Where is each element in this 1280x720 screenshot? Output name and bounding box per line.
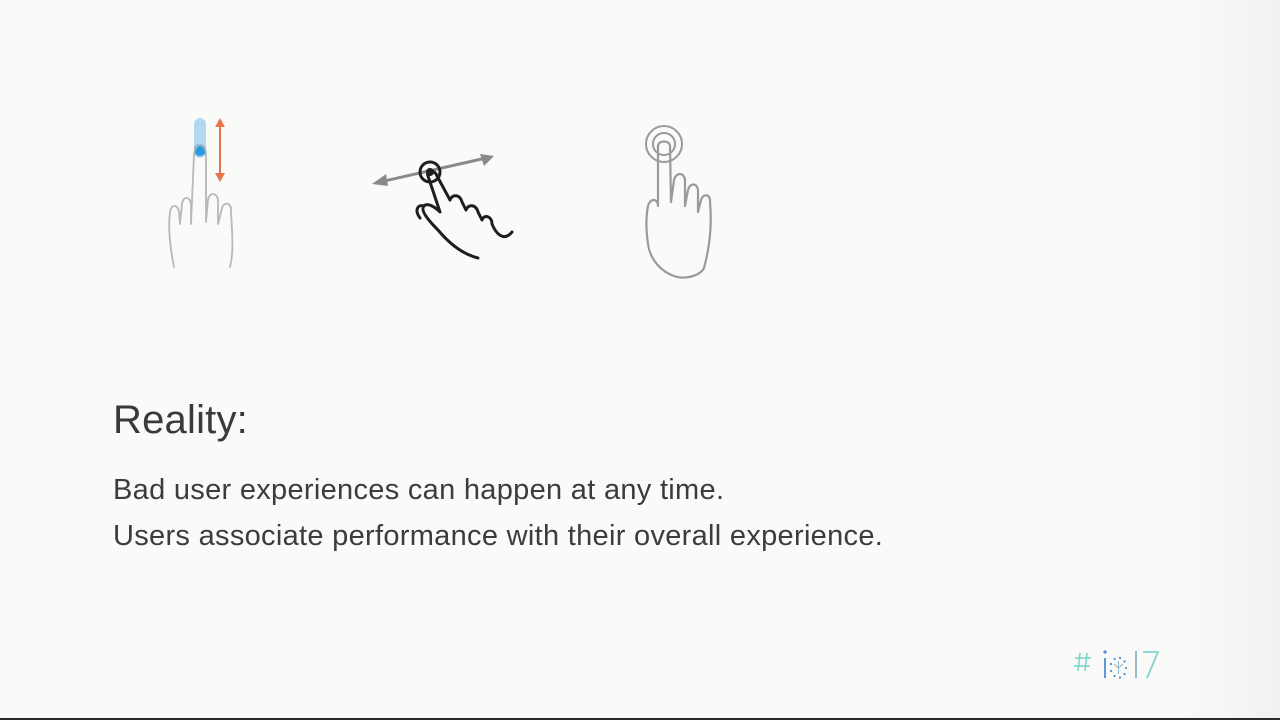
body-text-line: Bad user experiences can happen at any t…	[113, 474, 725, 506]
horizontal-swipe-gesture-icon	[366, 150, 518, 266]
body-text-line: Users associate performance with their o…	[113, 520, 884, 552]
tap-gesture-icon	[636, 120, 720, 284]
google-io-17-logo	[1074, 645, 1174, 683]
slide: Reality: Bad user experiences can happen…	[0, 0, 1280, 720]
vertical-scroll-gesture-icon	[160, 112, 250, 272]
page-title: Reality:	[113, 398, 248, 442]
